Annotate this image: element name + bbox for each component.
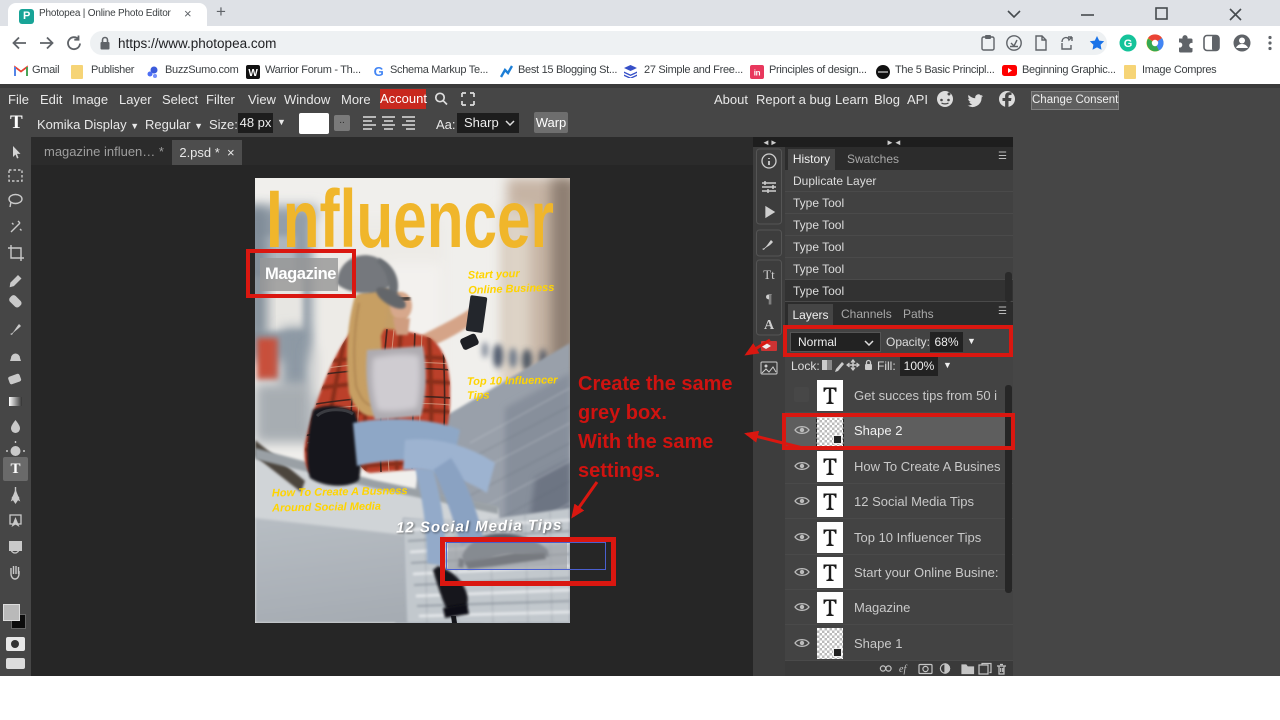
svg-text:ef: ef — [899, 664, 907, 675]
svg-text:¶: ¶ — [766, 291, 772, 306]
svg-text:Tt: Tt — [763, 267, 775, 282]
svg-text:in: in — [754, 69, 761, 78]
svg-text:A: A — [764, 318, 775, 333]
svg-text:G: G — [374, 65, 384, 78]
svg-text:G: G — [1124, 38, 1133, 50]
svg-text:W: W — [248, 68, 258, 79]
